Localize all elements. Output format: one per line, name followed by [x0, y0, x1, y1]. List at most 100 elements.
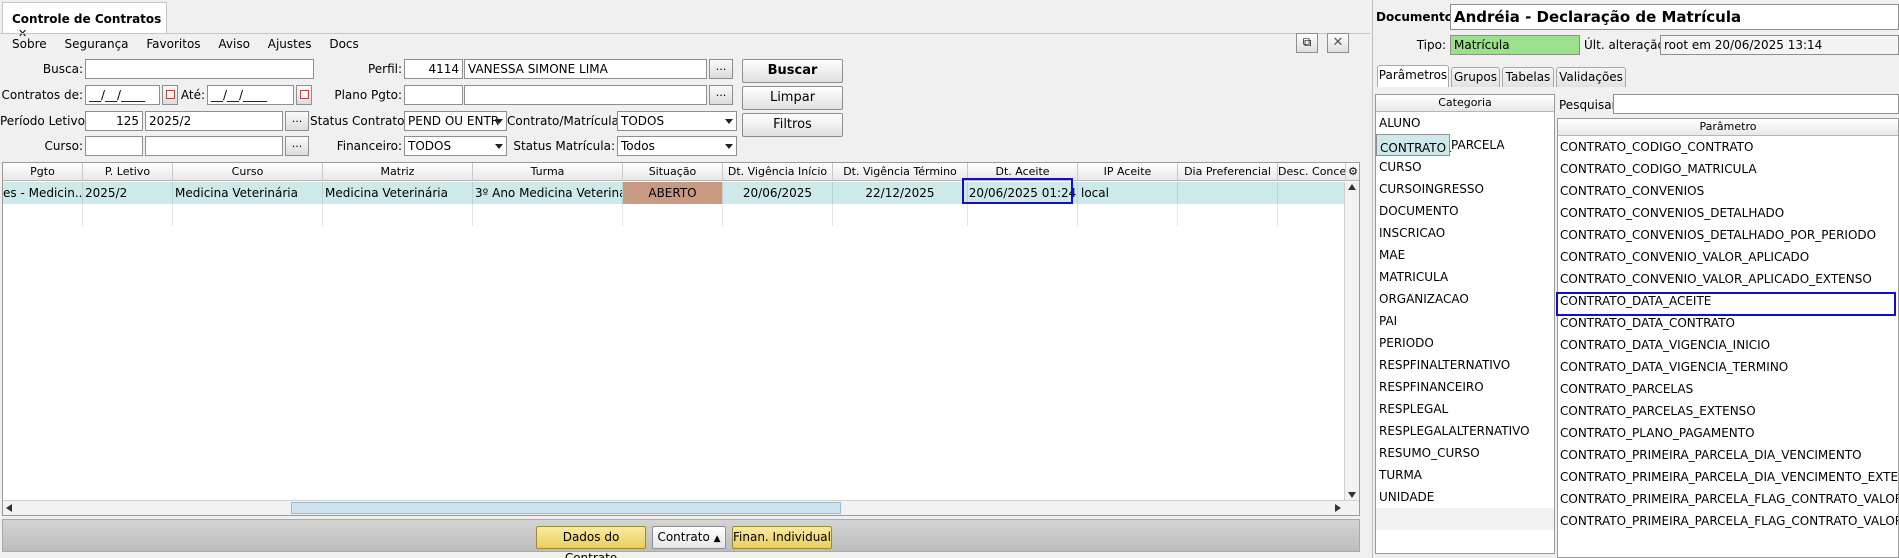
status-contrato-value: PEND OU ENTR [408, 114, 500, 128]
list-item[interactable]: CONTRATO_CONVENIOS_DETALHADO_POR_PERIODO [1558, 224, 1898, 246]
col-header-turma[interactable]: Turma [473, 163, 623, 181]
col-header-dia-preferencial[interactable]: Dia Preferencial [1178, 163, 1278, 181]
list-item[interactable]: CONTRATO_PLANO_PAGAMENTO [1558, 422, 1898, 444]
list-item[interactable]: ALUNO [1376, 112, 1554, 134]
financeiro-select[interactable]: TODOS [404, 136, 507, 156]
table-row-empty [3, 204, 1346, 226]
plano-input[interactable] [464, 85, 707, 105]
col-header-matriz[interactable]: Matriz [323, 163, 473, 181]
contrato-menu-button[interactable]: Contrato ▲ [652, 526, 726, 549]
menu-seguranca[interactable]: Segurança [64, 37, 128, 51]
periodo-input[interactable]: 2025/2 [145, 111, 283, 131]
status-contrato-select[interactable]: PEND OU ENTR [404, 111, 507, 131]
calendar-icon[interactable] [296, 85, 312, 105]
list-item[interactable]: RESPFINALTERNATIVO [1376, 354, 1554, 376]
list-item[interactable]: UNIDADE [1376, 486, 1554, 508]
list-item[interactable]: CONTRATO [1376, 134, 1451, 156]
buscar-button[interactable]: Buscar [742, 59, 843, 83]
list-item[interactable]: RESUMO_CURSO [1376, 442, 1554, 464]
curso-input[interactable] [145, 136, 283, 156]
list-item[interactable]: CONTRATO_PARCELAS [1558, 378, 1898, 400]
periodo-code-input[interactable]: 125 [85, 111, 143, 131]
list-item[interactable]: CONTRATO_PRIMEIRA_PARCELA_DIA_VENCIMENTO… [1558, 466, 1898, 488]
col-header-pgto[interactable]: Pgto [3, 163, 83, 181]
tab-controle-contratos[interactable]: Controle de Contratos ✕ [2, 2, 167, 40]
external-window-icon[interactable]: ⧉ [1296, 33, 1318, 53]
col-header-curso[interactable]: Curso [173, 163, 323, 181]
tab-tabelas[interactable]: Tabelas [1502, 67, 1554, 87]
tab-validacoes[interactable]: Validações [1556, 67, 1626, 87]
col-header-dt-vigencia-inicio[interactable]: Dt. Vigência Início [723, 163, 833, 181]
list-item[interactable]: CONTRATO_CODIGO_MATRICULA [1558, 158, 1898, 180]
tab-parametros[interactable]: Parâmetros [1377, 65, 1449, 87]
vertical-scrollbar[interactable] [1344, 182, 1359, 500]
gear-icon[interactable]: ⚙ [1346, 163, 1359, 181]
list-item[interactable]: INSCRICAO [1376, 222, 1554, 244]
busca-input[interactable] [85, 59, 314, 79]
list-item[interactable]: CONTRATO_DATA_VIGENCIA_INICIO [1558, 334, 1898, 356]
horizontal-scrollbar[interactable] [3, 500, 1359, 515]
menu-ajustes[interactable]: Ajustes [268, 37, 312, 51]
list-item[interactable]: DOCUMENTO [1376, 200, 1554, 222]
curso-lookup-button[interactable]: ... [285, 136, 309, 156]
col-header-ip-aceite[interactable]: IP Aceite [1078, 163, 1178, 181]
list-item[interactable]: RESPLEGAL [1376, 398, 1554, 420]
list-item[interactable]: CONTRATO_PARCELAS_EXTENSO [1558, 400, 1898, 422]
list-item[interactable]: PERIODO [1376, 332, 1554, 354]
curso-code-input[interactable] [85, 136, 143, 156]
documento-input[interactable]: Andréia - Declaração de Matrícula [1450, 4, 1899, 30]
list-item[interactable]: MAE [1376, 244, 1554, 266]
tab-grupos[interactable]: Grupos [1451, 67, 1500, 87]
list-item[interactable]: CONTRATO_CONVENIOS_DETALHADO [1558, 202, 1898, 224]
scroll-down-icon[interactable] [1348, 492, 1356, 498]
list-item[interactable]: MATRICULA [1376, 266, 1554, 288]
tipo-input[interactable]: Matrícula [1450, 35, 1580, 55]
list-item[interactable]: CONTRATO_DATA_VIGENCIA_TERMINO [1558, 356, 1898, 378]
list-item[interactable]: CONTRATO_PRIMEIRA_PARCELA_FLAG_CONTRATO_… [1558, 510, 1898, 532]
contrato-matricula-select[interactable]: TODOS [617, 111, 737, 131]
table-row[interactable]: es - Medicin... 2025/2 Medicina Veteriná… [3, 182, 1346, 204]
list-item[interactable]: RESPLEGALALTERNATIVO [1376, 420, 1554, 442]
perfil-lookup-button[interactable]: ... [709, 59, 733, 79]
plano-code-input[interactable] [404, 85, 463, 105]
filtros-button[interactable]: Filtros [742, 113, 843, 137]
scroll-thumb[interactable] [291, 502, 841, 514]
categoria-list: Categoria ALUNO CONTRATO CONTRATO_PARCEL… [1375, 94, 1555, 554]
menu-favoritos[interactable]: Favoritos [146, 37, 200, 51]
plano-lookup-button[interactable]: ... [709, 85, 733, 105]
finan-individual-button[interactable]: Finan. Individual [732, 526, 832, 549]
dados-contrato-button[interactable]: Dados do Contrato [536, 526, 646, 558]
list-item[interactable]: TURMA [1376, 464, 1554, 486]
periodo-lookup-button[interactable]: ... [285, 111, 309, 131]
list-item[interactable]: CONTRATO_CONVENIOS [1558, 180, 1898, 202]
perfil-code-input[interactable]: 4114 [404, 59, 463, 79]
list-item[interactable]: PAI [1376, 310, 1554, 332]
calendar-icon[interactable] [162, 85, 178, 105]
col-header-desc-concede[interactable]: Desc. Concede [1278, 163, 1346, 181]
limpar-button[interactable]: Limpar [742, 86, 843, 110]
list-item[interactable]: CONTRATO_CONVENIO_VALOR_APLICADO [1558, 246, 1898, 268]
list-item[interactable]: CONTRATO_PRIMEIRA_PARCELA_FLAG_CONTRATO_… [1558, 488, 1898, 510]
scroll-left-icon[interactable] [6, 504, 12, 512]
col-header-situacao[interactable]: Situação [623, 163, 723, 181]
list-item[interactable]: CONTRATO_CODIGO_CONTRATO [1558, 136, 1898, 158]
col-header-p-letivo[interactable]: P. Letivo [83, 163, 173, 181]
list-item[interactable]: CURSO [1376, 156, 1554, 178]
contratos-de-input[interactable]: __/__/____ [85, 85, 160, 105]
ate-input[interactable]: __/__/____ [207, 85, 294, 105]
close-window-icon[interactable]: ✕ [1327, 33, 1349, 53]
col-header-dt-vigencia-termino[interactable]: Dt. Vigência Término [833, 163, 968, 181]
list-item[interactable]: CURSOINGRESSO [1376, 178, 1554, 200]
list-item[interactable]: ORGANIZACAO [1376, 288, 1554, 310]
scroll-right-icon[interactable] [1335, 504, 1341, 512]
status-matricula-select[interactable]: Todos [617, 136, 737, 156]
list-item[interactable]: RESPFINANCEIRO [1376, 376, 1554, 398]
menu-sobre[interactable]: Sobre [12, 37, 47, 51]
list-item[interactable]: CONTRATO_PRIMEIRA_PARCELA_DIA_VENCIMENTO [1558, 444, 1898, 466]
perfil-input[interactable]: VANESSA SIMONE LIMA [464, 59, 707, 79]
list-item[interactable]: CONTRATO_CONVENIO_VALOR_APLICADO_EXTENSO [1558, 268, 1898, 290]
menu-aviso[interactable]: Aviso [218, 37, 250, 51]
menu-docs[interactable]: Docs [329, 37, 358, 51]
pesquisar-input[interactable] [1613, 94, 1899, 114]
scroll-up-icon[interactable] [1348, 184, 1356, 190]
